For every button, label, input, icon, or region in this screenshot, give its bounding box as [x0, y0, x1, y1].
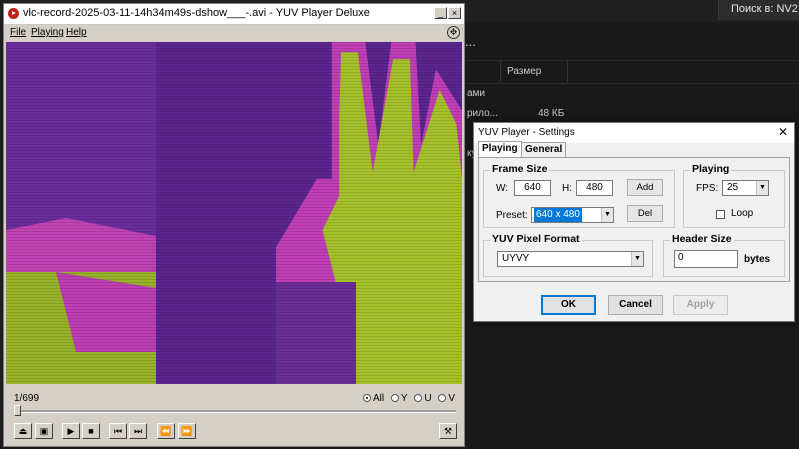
menu-bar: File Playing Help ✥ [4, 25, 464, 41]
ok-button[interactable]: OK [541, 295, 596, 315]
save-button[interactable]: ▣ [35, 423, 53, 439]
save-icon: ▣ [39, 426, 49, 436]
chevron-down-icon[interactable]: ▼ [756, 181, 768, 195]
radio-on-icon [363, 394, 371, 402]
fast-forward-button[interactable]: ⏩ [178, 423, 196, 439]
channel-u-radio[interactable]: U [414, 393, 432, 404]
pixel-format-label: YUV Pixel Format [490, 233, 582, 245]
column-header-size[interactable]: Размер [507, 66, 541, 77]
menu-file[interactable]: File [10, 27, 26, 38]
radio-off-icon [438, 394, 447, 402]
radio-off-icon [414, 394, 423, 402]
pixel-format-dropdown[interactable]: UYVY ▼ [497, 251, 644, 267]
rewind-icon: ⏪ [160, 426, 172, 436]
stop-icon: ■ [88, 426, 94, 436]
file-row-size: 48 КБ [538, 108, 565, 119]
previous-frame-button[interactable]: ⏮ [109, 423, 127, 439]
preset-value: 640 x 480 [534, 208, 582, 222]
settings-button[interactable]: ⚒ [439, 423, 457, 439]
player-title: vlc-record-2025-03-11-14h34m49s-dshow___… [23, 7, 370, 19]
settings-dialog: YUV Player - Settings ✕ Playing General … [473, 122, 795, 322]
header-size-field[interactable]: 0 [674, 250, 738, 268]
channel-label: All [373, 393, 385, 404]
rewind-button[interactable]: ⏪ [157, 423, 175, 439]
minimize-button[interactable]: _ [434, 7, 447, 19]
width-field[interactable]: 640 [514, 180, 551, 196]
channel-label: Y [400, 393, 408, 404]
player-title-bar[interactable]: vlc-record-2025-03-11-14h34m49s-dshow___… [4, 4, 464, 25]
file-row-name[interactable]: рило... [467, 108, 498, 119]
previous-frame-icon: ⏮ [113, 426, 123, 436]
playing-group: Playing FPS: 25 ▼ Loop [683, 163, 785, 228]
settings-title-bar[interactable]: YUV Player - Settings ✕ [474, 123, 794, 143]
video-frame[interactable] [6, 42, 462, 384]
eject-button[interactable]: ⏏ [14, 423, 32, 439]
app-icon [8, 8, 19, 19]
apply-button[interactable]: Apply [673, 295, 728, 315]
menu-playing[interactable]: Playing [31, 27, 64, 38]
player-window: vlc-record-2025-03-11-14h34m49s-dshow___… [3, 3, 465, 447]
playback-controls: 1/699 All Y U V ⏏ ▣ ▶ ■ ⏮ ⏭ ⏪ ⏩ ⚒ [6, 386, 462, 444]
width-label: W: [496, 183, 509, 194]
background-search-box[interactable]: Поиск в: NV21 [718, 0, 799, 20]
move-icon[interactable]: ✥ [447, 26, 460, 39]
channel-y-radio[interactable]: Y [390, 393, 408, 404]
fast-forward-icon: ⏩ [181, 426, 193, 436]
bytes-unit-label: bytes [744, 254, 771, 265]
frame-size-label: Frame Size [490, 163, 550, 175]
radio-off-icon [390, 394, 399, 402]
loop-checkbox[interactable] [716, 210, 725, 219]
file-row-name[interactable]: ами [467, 88, 485, 99]
header-size-group: Header Size 0 bytes [663, 233, 785, 277]
fps-value: 25 [727, 182, 739, 193]
frame-size-group: Frame Size W: 640 H: 480 Add Preset: 640… [483, 163, 675, 228]
channel-v-radio[interactable]: V [438, 393, 455, 404]
header-size-label: Header Size [670, 233, 734, 245]
channel-selector: All Y U V [363, 393, 459, 404]
tab-panel-playing: Frame Size W: 640 H: 480 Add Preset: 640… [478, 157, 790, 282]
fps-label: FPS: [696, 183, 719, 194]
height-field[interactable]: 480 [576, 180, 613, 196]
background-ellipsis[interactable]: ... [465, 34, 476, 49]
preset-label: Preset: [496, 210, 528, 221]
frame-counter: 1/699 [14, 393, 40, 404]
eject-icon: ⏏ [18, 426, 28, 436]
play-button[interactable]: ▶ [62, 423, 80, 439]
settings-title: YUV Player - Settings [478, 127, 575, 138]
next-frame-icon: ⏭ [133, 426, 143, 436]
close-icon[interactable]: ✕ [778, 125, 788, 139]
pixel-format-group: YUV Pixel Format UYVY ▼ [483, 233, 653, 277]
loop-label[interactable]: Loop [731, 208, 753, 219]
menu-help[interactable]: Help [66, 27, 87, 38]
seek-slider[interactable] [14, 410, 456, 413]
delete-preset-button[interactable]: Del [627, 205, 663, 222]
cancel-button[interactable]: Cancel [608, 295, 663, 315]
channel-all-radio[interactable]: All [363, 393, 384, 404]
column-separator[interactable] [567, 60, 568, 82]
wrench-icon: ⚒ [443, 426, 453, 436]
channel-label: U [424, 393, 432, 404]
close-button[interactable]: × [448, 7, 461, 19]
play-icon: ▶ [67, 426, 75, 436]
preset-dropdown[interactable]: 640 x 480 ▼ [531, 207, 614, 223]
fps-dropdown[interactable]: 25 ▼ [722, 180, 769, 196]
chevron-down-icon[interactable]: ▼ [601, 208, 613, 222]
video-scanlines [6, 42, 462, 384]
chevron-down-icon[interactable]: ▼ [631, 252, 643, 266]
add-preset-button[interactable]: Add [627, 179, 663, 196]
height-label: H: [562, 183, 572, 194]
playing-label: Playing [690, 163, 732, 175]
pixel-format-value: UYVY [502, 253, 530, 264]
channel-label: V [448, 393, 456, 404]
seek-thumb[interactable] [14, 405, 21, 416]
tab-playing[interactable]: Playing [478, 141, 522, 158]
column-separator[interactable] [500, 60, 501, 82]
next-frame-button[interactable]: ⏭ [129, 423, 147, 439]
stop-button[interactable]: ■ [82, 423, 100, 439]
tab-general[interactable]: General [521, 142, 567, 158]
